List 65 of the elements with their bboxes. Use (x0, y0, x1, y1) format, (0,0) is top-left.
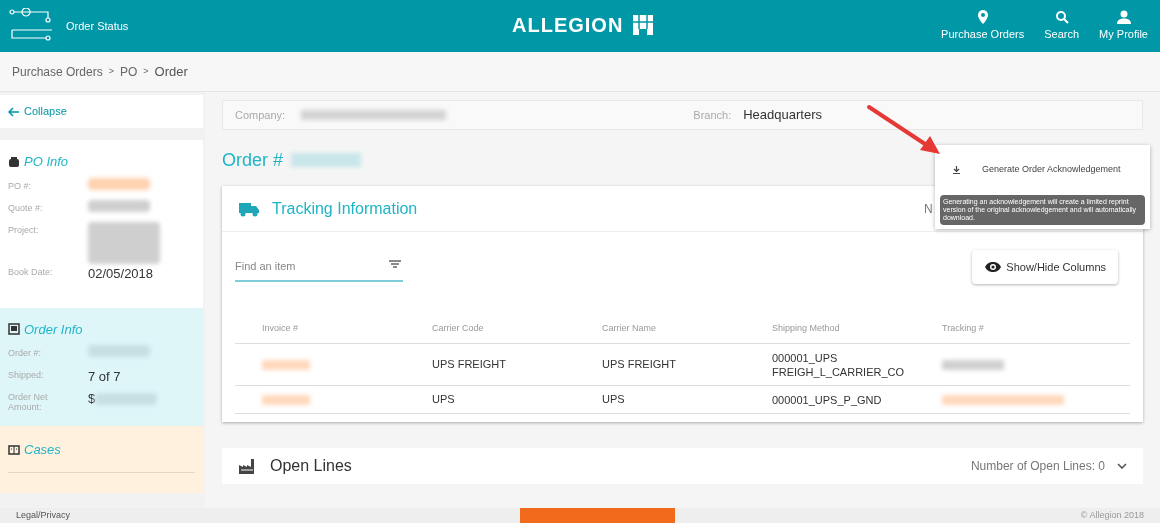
show-hide-columns-button[interactable]: Show/Hide Columns (972, 250, 1118, 284)
table-cell-text: 000001_UPS FREIGH_L_CARRIER_CO (772, 350, 906, 379)
footer-button[interactable] (520, 508, 676, 523)
breadcrumb-separator: > (108, 64, 114, 78)
redacted-block (291, 153, 362, 167)
column-header: Invoice # (262, 321, 300, 335)
menu-item[interactable]: Generate Order Acknowledgement (940, 145, 1145, 195)
order-title: Order # (222, 148, 284, 172)
badge-icon (8, 155, 20, 168)
copyright-text: © Allegion 2018 (1080, 508, 1144, 522)
field-value: $ (88, 390, 96, 408)
column-header: Carrier Code (432, 321, 485, 335)
location-pin-icon (975, 9, 990, 24)
field-label: Quote #: (8, 201, 44, 213)
collapse-button[interactable]: Collapse (0, 95, 203, 128)
field-label: PO #: (8, 179, 32, 191)
arrow-left-icon (8, 106, 20, 117)
nav-link[interactable]: Purchase Orders (941, 9, 1025, 43)
card-title: Tracking Information (272, 198, 418, 219)
breadcrumb-link[interactable]: Purchase Orders (12, 62, 103, 81)
nav-link[interactable]: My Profile (1099, 9, 1148, 43)
column-header: Carrier Name (602, 321, 657, 335)
section-title[interactable]: Order Info (24, 319, 83, 339)
card-title: Open Lines (270, 456, 352, 476)
redacted-block (262, 394, 310, 405)
column-header: Tracking # (942, 321, 985, 335)
field-label: Project: (8, 223, 40, 235)
field-label: Book Date: (8, 265, 54, 277)
chevron-down-icon (1117, 463, 1127, 469)
field-label: Company: (235, 107, 286, 123)
field-value: 02/05/2018 (88, 264, 154, 283)
nav-link[interactable]: Search (1044, 9, 1080, 43)
search-icon (1054, 9, 1069, 24)
logo-icon (631, 13, 656, 37)
app-title: Order Status (66, 18, 129, 34)
field-value: Headquarters (743, 106, 822, 125)
breadcrumb-separator: > (143, 64, 149, 78)
search-field[interactable]: Find an item (235, 252, 403, 282)
table-cell-text: UPS (432, 392, 456, 408)
filter-icon (389, 260, 401, 270)
download-icon (953, 166, 960, 174)
user-icon (1116, 9, 1131, 24)
table-cell-text: UPS FREIGHT (602, 357, 677, 373)
table-cell-text: UPS (602, 392, 626, 408)
table-cell-text: 000001_UPS_P_GND (772, 392, 883, 407)
partial-text: N (924, 201, 933, 218)
legal-link[interactable]: Legal/Privacy (16, 508, 71, 523)
brand-name: ALLEGION (512, 13, 624, 38)
open-lines-count: Number of Open Lines: 0 (970, 458, 1105, 475)
redacted-block (262, 359, 310, 370)
table-cell-text: UPS FREIGHT (432, 357, 507, 373)
book-icon (8, 323, 20, 336)
eye-icon (984, 261, 1003, 273)
truck-icon (238, 200, 260, 217)
field-value: 7 of 7 (88, 368, 121, 386)
field-label: Branch: (693, 107, 732, 123)
circuit-icon (8, 8, 54, 44)
breadcrumb-link[interactable]: PO (119, 62, 138, 81)
field-label: Order Net Amount: (8, 391, 49, 412)
section-title[interactable]: PO Info (24, 152, 69, 172)
section-title[interactable]: Cases (24, 440, 61, 460)
field-label: Shipped: (8, 369, 45, 380)
column-header: Shipping Method (772, 321, 841, 335)
columns-icon (8, 443, 20, 456)
field-label: Order #: (8, 347, 42, 358)
